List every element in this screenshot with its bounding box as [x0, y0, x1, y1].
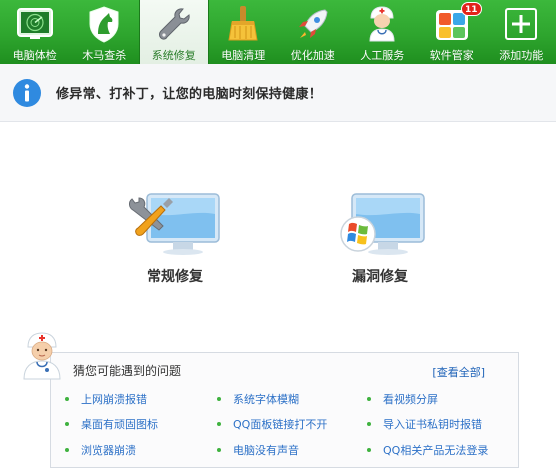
toolbar-label: 人工服务: [360, 49, 405, 62]
bullet-dot: [65, 448, 69, 452]
problem-link-label: QQ面板链接打不开: [233, 418, 328, 431]
rocket-icon: [298, 9, 328, 38]
toolbar-label: 电脑体检: [12, 49, 57, 62]
view-all-label: 查看全部: [436, 366, 481, 379]
problem-link-label: 导入证书私钥时报错: [383, 418, 482, 431]
vulnerability-repair-label: 漏洞修复: [352, 269, 408, 285]
problem-link[interactable]: QQ面板链接打不开: [217, 416, 327, 432]
wrench-icon: [158, 8, 190, 40]
toolbar-item-software-manager[interactable]: 11 软件管家: [417, 0, 487, 64]
problem-link-label: 上网崩溃报错: [81, 393, 147, 406]
bullet-dot: [65, 422, 69, 426]
problem-link[interactable]: 浏览器崩溃: [65, 442, 136, 458]
toolbar-label: 木马查杀: [82, 49, 127, 62]
doctor-avatar-icon: [23, 332, 61, 380]
common-problems-panel: 猜您可能遇到的问题 [查看全部] 上网崩溃报错 桌面有顽固图标 浏览器崩溃 系统…: [50, 352, 519, 468]
update-count-badge: 11: [461, 2, 482, 16]
info-icon: [13, 78, 41, 107]
problem-link[interactable]: 上网崩溃报错: [65, 391, 147, 407]
toolbar-item-trojan-scan[interactable]: 木马查杀: [70, 0, 140, 64]
toolbar-label: 软件管家: [429, 49, 474, 62]
info-banner: 修异常、打补丁，让您的电脑时刻保持健康！: [0, 64, 556, 122]
vulnerability-repair-button[interactable]: 漏洞修复: [320, 190, 440, 290]
problem-link-label: 电脑没有声音: [233, 444, 299, 457]
view-all-link[interactable]: [查看全部]: [432, 364, 485, 380]
toolbar-label: 电脑清理: [221, 49, 266, 62]
toolbar-item-optimize[interactable]: 优化加速: [278, 0, 348, 64]
monitor-windows-icon: [340, 193, 425, 255]
bullet-dot: [217, 422, 221, 426]
broom-icon: [228, 6, 258, 41]
info-message: 修异常、打补丁，让您的电脑时刻保持健康！: [56, 87, 323, 102]
problem-link[interactable]: 桌面有顽固图标: [65, 416, 158, 432]
toolbar-label: 添加功能: [499, 49, 544, 62]
problem-link-label: QQ相关产品无法登录: [383, 444, 489, 457]
toolbar-label: 优化加速: [290, 49, 335, 62]
toolbar-item-cleanup[interactable]: 电脑清理: [209, 0, 279, 64]
problem-link[interactable]: 看视频分屏: [367, 391, 438, 407]
problem-link[interactable]: QQ相关产品无法登录: [367, 442, 488, 458]
radar-monitor-icon: [16, 8, 53, 39]
problem-link-label: 浏览器崩溃: [81, 444, 136, 457]
problems-title: 猜您可能遇到的问题: [73, 364, 182, 378]
toolbar-item-add-function[interactable]: 添加功能: [487, 0, 556, 64]
bullet-dot: [367, 448, 371, 452]
problem-link[interactable]: 导入证书私钥时报错: [367, 416, 482, 432]
problem-link-label: 看视频分屏: [383, 393, 438, 406]
bullet-dot: [65, 397, 69, 401]
main-toolbar: 电脑体检 木马查杀 系统修复 电脑清理 优化加速 人工服务 11 软件管家 添加…: [0, 0, 556, 64]
toolbar-item-manual-service[interactable]: 人工服务: [348, 0, 418, 64]
normal-repair-button[interactable]: 常规修复: [115, 190, 235, 290]
toolbar-item-system-repair[interactable]: 系统修复: [139, 0, 209, 64]
normal-repair-label: 常规修复: [147, 269, 203, 285]
bullet-dot: [217, 397, 221, 401]
toolbar-label: 系统修复: [151, 49, 196, 62]
monitor-tools-icon: [129, 193, 220, 255]
problem-link[interactable]: 系统字体模糊: [217, 391, 299, 407]
toolbar-item-checkup[interactable]: 电脑体检: [0, 0, 70, 64]
bullet-dot: [367, 422, 371, 426]
bullet-dot: [367, 397, 371, 401]
doctor-icon: [369, 6, 395, 42]
problem-link-label: 系统字体模糊: [233, 393, 299, 406]
problem-link[interactable]: 电脑没有声音: [217, 442, 299, 458]
bullet-dot: [217, 448, 221, 452]
problem-link-label: 桌面有顽固图标: [81, 418, 158, 431]
horse-shield-icon: [89, 6, 119, 43]
plus-icon: [505, 8, 538, 40]
